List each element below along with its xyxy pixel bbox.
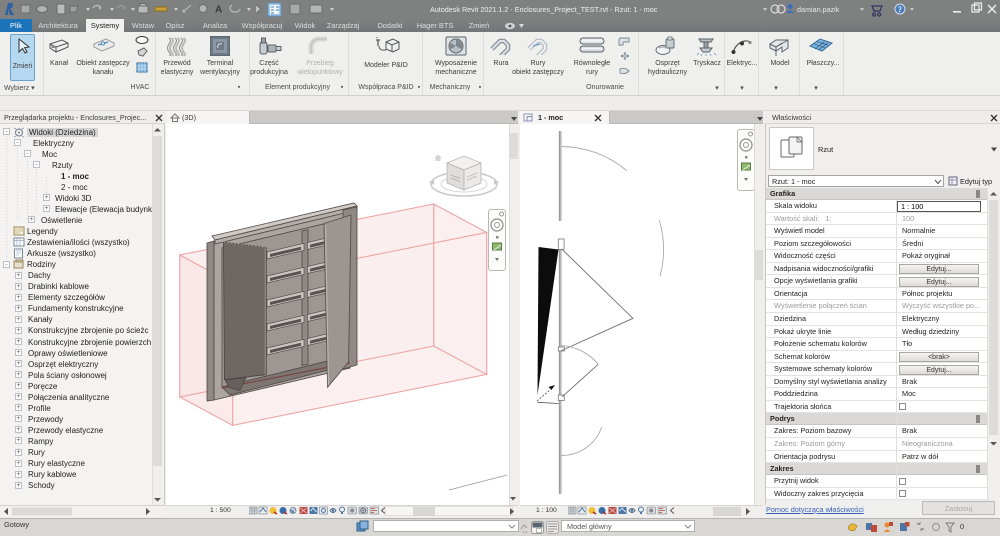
svg-text:?: ? <box>898 5 902 14</box>
svg-text:A: A <box>215 5 222 16</box>
